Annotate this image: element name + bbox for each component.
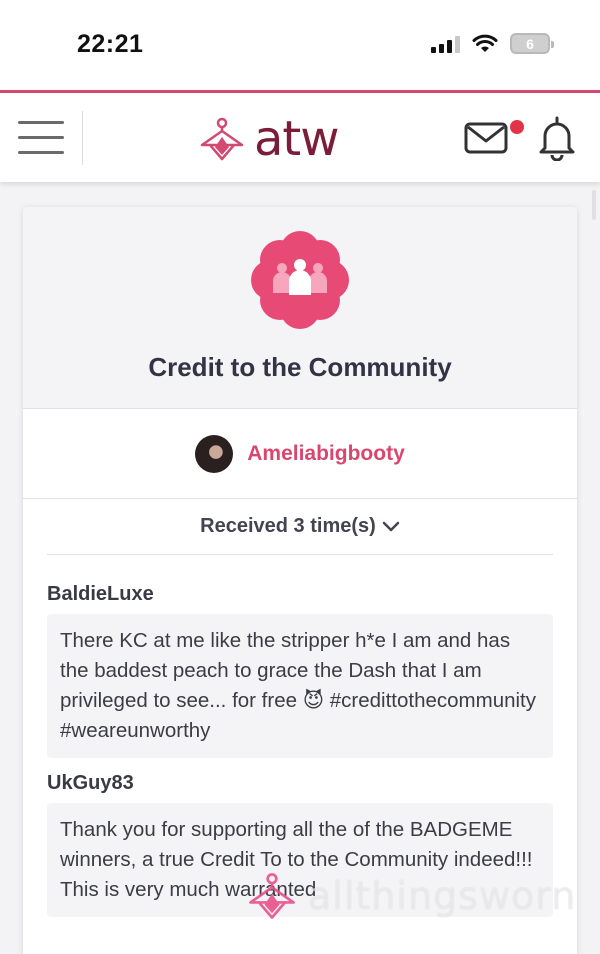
menu-line-icon: [18, 121, 64, 124]
hanger-logo-icon: [200, 117, 244, 161]
award-card: Credit to the Community Ameliabigbooty R…: [23, 207, 577, 954]
bell-icon[interactable]: [538, 115, 576, 161]
award-header: Credit to the Community: [23, 207, 577, 409]
community-badge-icon: [251, 231, 349, 329]
signal-icon: [431, 35, 460, 53]
site-header: atw: [0, 90, 600, 182]
award-recipient: Ameliabigbooty: [23, 409, 577, 499]
wifi-icon: [472, 34, 498, 52]
watermark-text: allthingsworn: [308, 874, 577, 918]
notification-dot: [510, 120, 524, 134]
hanger-watermark-icon: [249, 873, 295, 919]
status-icons: 6: [431, 33, 554, 54]
logo-text: atw: [254, 111, 339, 167]
comment-text: There KC at me like the stripper h*e I a…: [47, 614, 553, 758]
menu-button[interactable]: [18, 121, 64, 157]
status-time: 22:21: [77, 30, 144, 58]
comments-list: BaldieLuxe There KC at me like the strip…: [23, 583, 577, 917]
received-count-toggle[interactable]: Received 3 time(s): [47, 499, 553, 555]
comment-author[interactable]: UkGuy83: [47, 772, 553, 795]
header-divider: [82, 111, 83, 165]
comment-author[interactable]: BaldieLuxe: [47, 583, 553, 606]
menu-line-icon: [18, 151, 64, 154]
watermark: allthingsworn: [244, 868, 576, 924]
award-title: Credit to the Community: [148, 352, 452, 382]
status-bar: 22:21 6: [0, 0, 600, 90]
site-logo[interactable]: atw: [196, 111, 339, 167]
recipient-username-link[interactable]: Ameliabigbooty: [247, 442, 405, 466]
menu-line-icon: [18, 136, 64, 139]
chevron-down-icon: [382, 521, 400, 531]
scrollbar[interactable]: [592, 190, 596, 220]
battery-icon: 6: [510, 33, 554, 54]
avatar[interactable]: [195, 434, 234, 473]
received-count-label: Received 3 time(s): [200, 515, 376, 537]
mail-icon[interactable]: [464, 121, 508, 155]
